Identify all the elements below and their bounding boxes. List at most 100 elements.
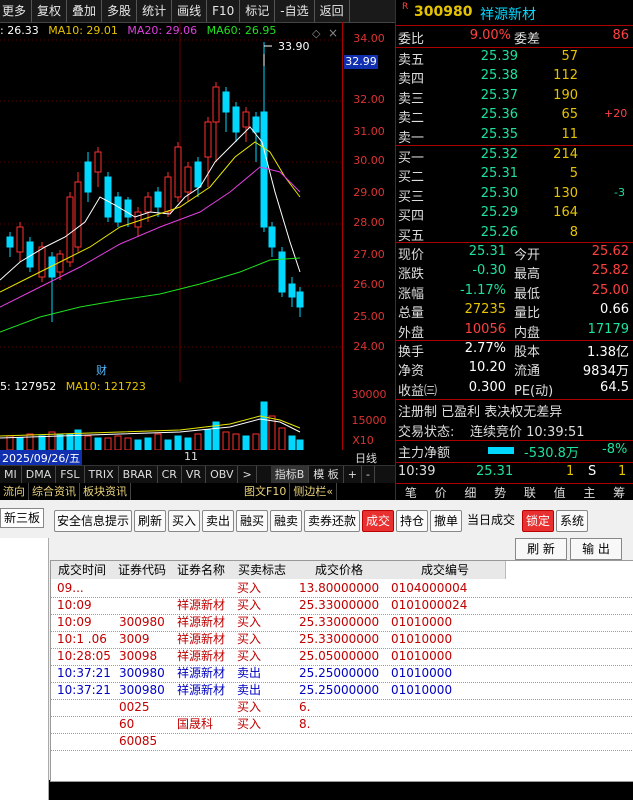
tab-value[interactable]: 值 xyxy=(545,484,575,501)
trade-button[interactable]: 买入 xyxy=(168,510,200,532)
toolbar-fuquan[interactable]: 复权 xyxy=(32,0,68,22)
candle-body xyxy=(204,121,212,158)
period-label[interactable]: 日线 xyxy=(355,450,377,466)
tab-fund-flow[interactable]: 流向 xyxy=(0,483,29,500)
trade-button[interactable]: 卖券还款 xyxy=(304,510,360,532)
table-row[interactable]: 60 国晟科 买入 8. xyxy=(51,716,633,734)
tab-price[interactable]: 价 xyxy=(426,484,456,501)
column-header[interactable]: 成交价格 xyxy=(293,561,386,579)
table-row[interactable]: 10:37:21 300980 祥源新材 卖出 25.25000000 01010000 xyxy=(51,682,633,700)
tab-news[interactable]: 综合资讯 xyxy=(29,483,80,500)
candle-body xyxy=(296,291,304,308)
ask-row[interactable]: 卖三 25.37 190 xyxy=(396,88,633,108)
ask-row[interactable]: 卖一 25.35 11 xyxy=(396,127,633,147)
column-header[interactable]: 买卖标志 xyxy=(231,561,294,579)
stat-value: 27235 xyxy=(464,302,506,318)
toolbar-back[interactable]: 返回 xyxy=(315,0,350,22)
tab-more[interactable]: > xyxy=(238,466,257,484)
tab-main[interactable]: 主 xyxy=(575,484,605,501)
refresh-button[interactable]: 刷 新 xyxy=(515,538,567,560)
bid-row[interactable]: 买一 25.32 214 xyxy=(396,147,633,167)
trade-button[interactable]: 持仓 xyxy=(396,510,428,532)
trade-button[interactable]: 卖出 xyxy=(202,510,234,532)
bid-row[interactable]: 买三 25.30 130 -3 xyxy=(396,186,633,206)
stat-label: 今开 xyxy=(514,248,541,263)
bid-row[interactable]: 买二 25.31 5 xyxy=(396,166,633,186)
bid-price: 25.30 xyxy=(480,185,518,201)
toolbar-multi-stock[interactable]: 多股 xyxy=(102,0,138,22)
bid-price: 25.31 xyxy=(480,166,518,182)
column-header[interactable]: 成交时间 xyxy=(51,561,114,579)
bid-row[interactable]: 买四 25.29 164 xyxy=(396,205,633,225)
table-row[interactable]: 10:37:21 300980 祥源新材 卖出 25.25000000 01010000 xyxy=(51,665,633,683)
table-row[interactable]: 10:28:05 30098 祥源新材 买入 25.05000000 01010000 xyxy=(51,648,633,666)
tab-indicator[interactable]: CR xyxy=(158,466,182,484)
volume-chart[interactable] xyxy=(0,394,342,450)
column-header[interactable]: 证券名称 xyxy=(171,561,232,579)
table-row[interactable]: 60085 xyxy=(51,733,633,751)
candle-body xyxy=(134,211,142,228)
table-row[interactable]: 0025 买入 6. xyxy=(51,699,633,717)
ask-row[interactable]: 卖五 25.39 57 xyxy=(396,49,633,69)
candle-body xyxy=(278,251,286,293)
column-header[interactable]: 证券代码 xyxy=(113,561,172,579)
stat-label: 内盘 xyxy=(514,325,541,341)
toolbar-overlay[interactable]: 叠加 xyxy=(67,0,103,22)
table-row[interactable]: 10:1 .06 3009 祥源新材 买入 25.33000000 01010000 xyxy=(51,631,633,649)
tab-trend[interactable]: 势 xyxy=(485,484,515,501)
column-header[interactable]: 成交编号 xyxy=(385,561,506,579)
toolbar-more[interactable]: 更多 xyxy=(0,0,33,22)
trade-button[interactable]: 成交 xyxy=(362,510,394,532)
volume-bar xyxy=(222,431,230,450)
table-cell: 买入 xyxy=(237,581,262,595)
ask-row[interactable]: 卖二 25.36 65 +20 xyxy=(396,107,633,127)
tab-indicator-b[interactable]: 指标B xyxy=(270,466,310,484)
stat-value: 2.77% xyxy=(464,341,506,356)
tab-sector-news[interactable]: 板块资讯 xyxy=(80,483,131,500)
tab-detail[interactable]: 细 xyxy=(456,484,486,501)
tab-sidebar[interactable]: 侧边栏« xyxy=(290,483,338,500)
ask-row[interactable]: 卖四 25.38 112 xyxy=(396,68,633,88)
zoom-in-button[interactable]: + xyxy=(344,466,362,484)
volume-bar xyxy=(38,435,46,450)
tab-indicator[interactable]: VR xyxy=(182,466,207,484)
table-cell: 国晟科 xyxy=(177,717,214,731)
tab-indicator[interactable]: TRIX xyxy=(85,466,119,484)
month-label: 11 xyxy=(184,450,198,463)
tab-indicator[interactable]: MI xyxy=(0,466,22,484)
trade-button[interactable]: 系统 xyxy=(556,510,588,532)
trade-button[interactable]: 融买 xyxy=(236,510,268,532)
toolbar-remove-favorite[interactable]: -自选 xyxy=(275,0,315,22)
toolbar-draw[interactable]: 画线 xyxy=(172,0,208,22)
stat-label: 量比 xyxy=(514,306,541,322)
table-row[interactable]: 10:09 祥源新材 买入 25.33000000 0101000024 xyxy=(51,597,633,615)
table-row[interactable]: 09... 买入 13.80000000 0104000004 xyxy=(51,580,633,598)
tab-indicator[interactable]: FSL xyxy=(56,466,85,484)
export-button[interactable]: 输 出 xyxy=(570,538,622,560)
tab-indicator[interactable]: BRAR xyxy=(119,466,158,484)
table-cell: 300980 xyxy=(119,683,165,697)
trade-button[interactable]: 撤单 xyxy=(430,510,462,532)
tab-indicator[interactable]: DMA xyxy=(22,466,57,484)
tab-chips[interactable]: 筹 xyxy=(604,484,633,501)
candle-body xyxy=(288,283,296,298)
toolbar-f10[interactable]: F10 xyxy=(207,0,241,22)
trade-button[interactable]: 融卖 xyxy=(270,510,302,532)
table-cell: 买入 xyxy=(237,717,262,731)
table-row[interactable]: 10:09 300980 祥源新材 买入 25.33000000 01010000 xyxy=(51,614,633,632)
trade-button[interactable]: 安全信息提示 xyxy=(54,510,132,532)
tab-tick[interactable]: 笔 xyxy=(396,484,426,501)
kline-chart[interactable]: 33.90 财 xyxy=(0,22,342,382)
tab-f10[interactable]: 图文F10 xyxy=(241,483,291,500)
tick-count: 1 xyxy=(618,464,627,479)
zoom-out-button[interactable]: - xyxy=(362,466,375,484)
trade-button[interactable]: 刷新 xyxy=(134,510,166,532)
tab-template[interactable]: 模 板 xyxy=(309,466,344,484)
tab-link[interactable]: 联 xyxy=(515,484,545,501)
trade-button[interactable]: 锁定 xyxy=(522,510,554,532)
toolbar-stats[interactable]: 统计 xyxy=(137,0,173,22)
tab-indicator[interactable]: OBV xyxy=(206,466,239,484)
trade-button[interactable]: 当日成交 xyxy=(464,510,518,530)
cursor-date: 2025/09/26/五 xyxy=(0,450,83,466)
toolbar-mark[interactable]: 标记 xyxy=(240,0,276,22)
